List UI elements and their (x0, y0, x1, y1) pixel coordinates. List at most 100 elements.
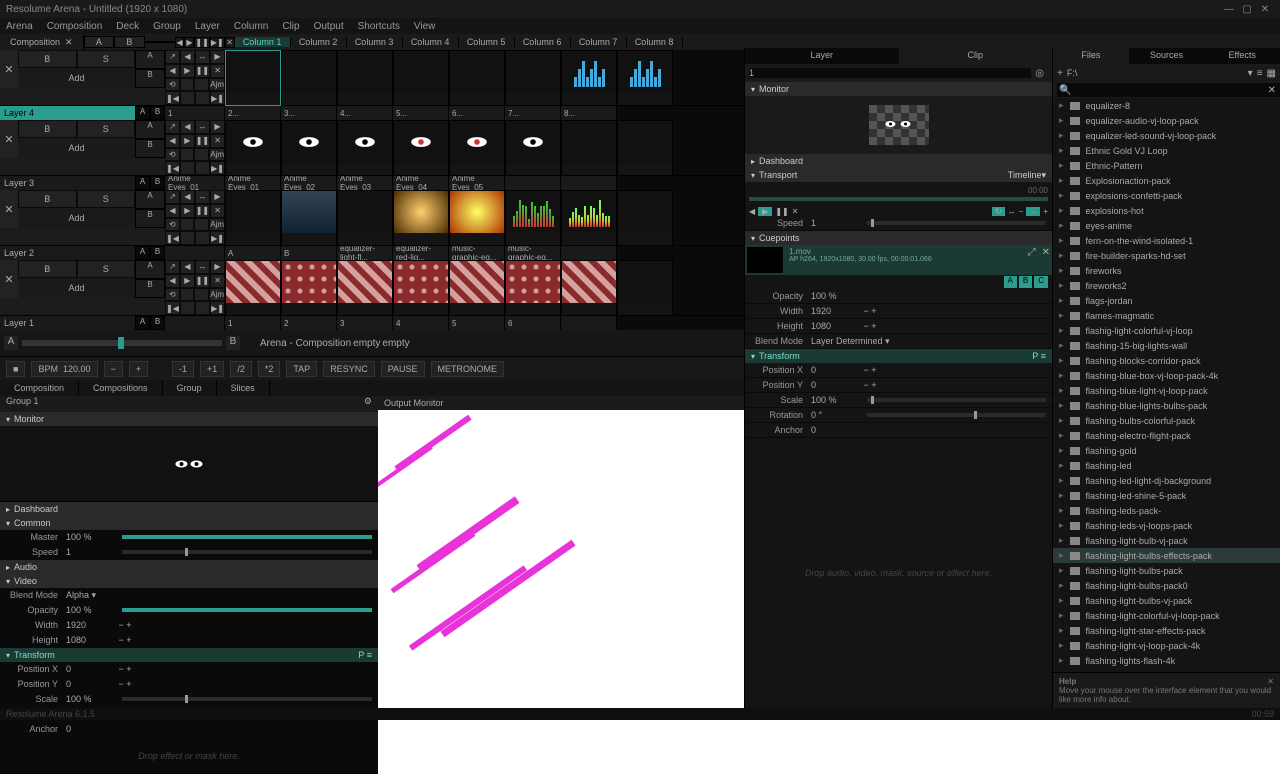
composition-tab[interactable]: Composition ✕ (0, 34, 84, 50)
solo-button[interactable]: S (77, 190, 136, 208)
clip-cell[interactable] (225, 260, 281, 316)
browser-path[interactable]: F:\ (1067, 68, 1244, 78)
solo-button[interactable]: S (77, 260, 136, 278)
clip-cell[interactable] (393, 260, 449, 316)
file-item[interactable]: ▸flames-magmatic (1053, 308, 1280, 323)
target-icon[interactable]: ◎ (1031, 68, 1048, 79)
layer-clear-icon[interactable]: ✕ (0, 120, 18, 158)
crossfader-slider[interactable] (22, 340, 222, 346)
lower-tab[interactable]: Group (163, 380, 217, 396)
comp-tab-button[interactable]: empty (382, 338, 409, 349)
height-minus[interactable]: − (116, 635, 126, 645)
minus1-button[interactable]: -1 (172, 361, 194, 377)
play-clip-icon[interactable]: ▶ (758, 207, 772, 216)
bypass-button[interactable]: B (18, 190, 77, 208)
column-header[interactable]: Column 7 (571, 37, 627, 47)
cue-button[interactable]: C (1034, 276, 1048, 288)
layer-name[interactable]: Layer 3 (0, 176, 135, 190)
effect-drop-area[interactable]: Drop effect or mask here. (0, 737, 378, 774)
file-item[interactable]: ▸flashing-light-bulbs-pack0 (1053, 578, 1280, 593)
clip-cell[interactable] (281, 120, 337, 176)
file-item[interactable]: ▸flashing-led (1053, 458, 1280, 473)
file-item[interactable]: ▸fern-on-the-wind-isolated-1 (1053, 233, 1280, 248)
cue-button[interactable]: B (1019, 276, 1032, 288)
file-item[interactable]: ▸flashing-blocks-corridor-pack (1053, 353, 1280, 368)
clip-blend-mode[interactable]: Layer Determined ▾ (811, 336, 890, 347)
layer-clear-icon[interactable]: ✕ (0, 260, 18, 298)
next-col-icon[interactable]: ▶❚ (210, 37, 225, 48)
file-item[interactable]: ▸explosions-confetti-pack (1053, 188, 1280, 203)
help-close-icon[interactable]: ✕ (1267, 677, 1274, 686)
clip-monitor-section[interactable]: Monitor (745, 82, 1052, 96)
menu-deck[interactable]: Deck (116, 21, 139, 32)
pause-clip-icon[interactable]: ❚❚ (775, 207, 788, 216)
layer-name[interactable]: Layer 2 (0, 246, 135, 260)
layer-tab[interactable]: Layer (745, 48, 899, 64)
file-item[interactable]: ▸flags-jordan (1053, 293, 1280, 308)
cuepoints-section[interactable]: Cuepoints (745, 231, 1052, 245)
menu-group[interactable]: Group (153, 21, 181, 32)
minimize-icon[interactable]: — (1220, 4, 1238, 15)
clip-cell[interactable] (561, 260, 617, 316)
lower-tab[interactable]: Compositions (79, 380, 163, 396)
clear-icon[interactable]: ✕ (1268, 85, 1276, 96)
file-item[interactable]: ▸Ethnic-Pattern (1053, 158, 1280, 173)
clip-tab[interactable]: Clip (899, 48, 1053, 64)
clip-cell[interactable] (281, 190, 337, 246)
lower-tab[interactable]: Slices (217, 380, 270, 396)
layer-name[interactable]: Layer 4 (0, 106, 135, 120)
opacity-slider[interactable] (122, 608, 372, 612)
file-item[interactable]: ▸flashing-led-light-dj-background (1053, 473, 1280, 488)
cuepoint-clip[interactable]: 1.mov AP h264, 1920x1080, 30.00 fps, 00:… (745, 245, 1052, 275)
clip-cell[interactable] (337, 260, 393, 316)
once-icon[interactable]: → (1026, 207, 1040, 216)
crossfade-b[interactable]: B (114, 36, 145, 48)
file-item[interactable]: ▸equalizer-audio-vj-loop-pack (1053, 113, 1280, 128)
clip-cell[interactable] (617, 50, 673, 106)
clip-cell[interactable] (337, 120, 393, 176)
video-section[interactable]: Video (0, 574, 378, 588)
clip-cell[interactable] (393, 50, 449, 106)
file-item[interactable]: ▸eyes-anime (1053, 218, 1280, 233)
gear-icon[interactable]: ⚙ (364, 396, 372, 412)
clip-cell[interactable] (225, 120, 281, 176)
width-minus[interactable]: − (116, 620, 126, 630)
bpm-field[interactable]: BPM 120.00 (31, 361, 97, 377)
plus1-button[interactable]: +1 (200, 361, 224, 377)
clip-rotation-slider[interactable] (867, 413, 1046, 417)
add-button[interactable]: Add (18, 278, 135, 298)
list-icon[interactable]: ≡ (1257, 68, 1263, 79)
clip-cell[interactable] (337, 50, 393, 106)
clip-cell[interactable] (393, 120, 449, 176)
scale-slider[interactable] (122, 697, 372, 701)
file-item[interactable]: ▸fire-builder-sparks-hd-set (1053, 248, 1280, 263)
menu-arena[interactable]: Arena (6, 21, 33, 32)
file-item[interactable]: ▸flashing-electro-flight-pack (1053, 428, 1280, 443)
menu-clip[interactable]: Clip (282, 21, 299, 32)
close-cue-icon[interactable]: ✕ (1042, 247, 1050, 273)
mul2-button[interactable]: *2 (258, 361, 281, 377)
cue-button[interactable]: A (1004, 276, 1017, 288)
clip-speed-slider[interactable] (867, 221, 1046, 225)
file-item[interactable]: ▸flashing-gold (1053, 443, 1280, 458)
menu-column[interactable]: Column (234, 21, 268, 32)
column-header[interactable]: Column 8 (627, 37, 683, 47)
close-icon[interactable]: ✕ (1256, 4, 1274, 15)
monitor-section[interactable]: Monitor (0, 412, 378, 426)
menu-view[interactable]: View (414, 21, 436, 32)
clip-cell[interactable] (449, 260, 505, 316)
resync-button[interactable]: RESYNC (323, 361, 375, 377)
column-header[interactable]: Column 4 (403, 37, 459, 47)
column-header[interactable]: Column 3 (347, 37, 403, 47)
common-section[interactable]: Common (0, 516, 378, 530)
master-slider[interactable] (122, 535, 372, 539)
file-item[interactable]: ▸flashing-blue-box-vj-loop-pack-4k (1053, 368, 1280, 383)
menu-composition[interactable]: Composition (47, 21, 103, 32)
clip-dashboard-section[interactable]: Dashboard (745, 154, 1052, 168)
prev-icon[interactable]: ◀ (749, 207, 755, 216)
clip-cell[interactable] (617, 120, 673, 176)
group-header[interactable]: Group 1⚙ (0, 396, 378, 412)
browser-tab[interactable]: Effects (1204, 48, 1280, 64)
dashboard-section[interactable]: Dashboard (0, 502, 378, 516)
file-item[interactable]: ▸flashig-light-colorful-vj-loop (1053, 323, 1280, 338)
